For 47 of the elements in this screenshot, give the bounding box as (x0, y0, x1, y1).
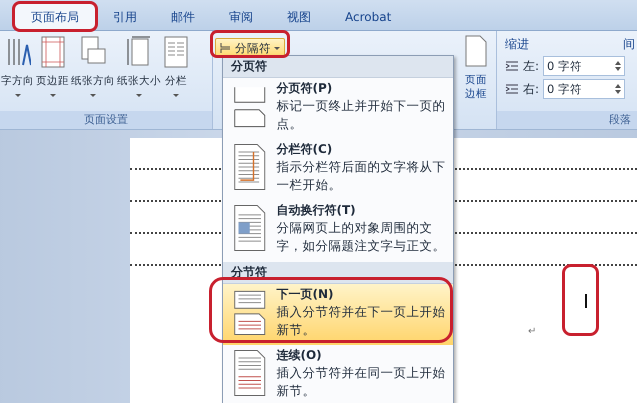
menu-item-title: 分栏符(C) (276, 141, 334, 158)
spinner-icon (615, 60, 622, 72)
breaks-icon (220, 42, 232, 54)
menu-item-description: 插入分节符并在同一页上开始新节。 (276, 364, 446, 400)
menu-item-title: 自动换行符(T) (276, 202, 357, 220)
spacing-label: 间 (623, 36, 635, 53)
menu-section-header: 分页符 (223, 56, 453, 78)
menu-item[interactable]: 分栏符(C) 指示分栏符后面的文字将从下一栏开始。 (223, 139, 453, 200)
menu-item[interactable]: 下一页(N) 插入分节符并在下一页上开始新节。 (223, 284, 453, 345)
menu-item-title: 下一页(N) (276, 286, 335, 303)
ribbon-tab[interactable]: Acrobat (328, 3, 408, 30)
menu-item-title: 分页符(P) (276, 80, 334, 97)
ribbon-button[interactable]: 字方向 (0, 35, 35, 111)
spinner-icon (615, 83, 622, 95)
page-margins-icon (40, 35, 66, 69)
page-icon (464, 35, 488, 67)
indent-spinbox[interactable]: 0 字符 (543, 56, 626, 76)
ribbon-button[interactable]: 纸张方向 (70, 35, 116, 111)
indent-icon (505, 83, 519, 95)
menu-item[interactable]: 连续(O) 插入分节符并在同一页上开始新节。 (223, 344, 453, 403)
page-border-button[interactable]: 页面 边框 (463, 35, 496, 111)
menu-item-description: 分隔网页上的对象周围的文字，如分隔题注文字与正文。 (276, 219, 446, 256)
ribbon-tab[interactable]: 引用 (96, 3, 154, 30)
menu-item[interactable]: 自动换行符(T) 分隔网页上的对象周围的文字，如分隔题注文字与正文。 (223, 200, 453, 262)
caret-icon (274, 46, 280, 50)
indent-label: 缩进 (505, 36, 529, 53)
ribbon-tab[interactable]: 审阅 (212, 3, 270, 30)
columns-icon (163, 35, 189, 69)
group-label: 页面设置 (0, 111, 212, 129)
ribbon-button[interactable]: 分栏 (162, 35, 190, 111)
ribbon-button[interactable]: 纸张大小 (116, 35, 162, 111)
indent-label: 右: (523, 80, 540, 98)
ribbon-tab[interactable]: 视图 (270, 3, 328, 30)
menu-item-title: 连续(O) (276, 346, 323, 364)
paragraph-mark: ↵ (528, 326, 536, 337)
indent-label: 左: (523, 58, 540, 74)
group-label: 段落 (609, 113, 631, 126)
ribbon-button[interactable]: 页边距 (35, 35, 70, 111)
menu-item[interactable]: 分页符(P) 标记一页终止并开始下一页的点。 (223, 78, 453, 140)
ribbon-tab[interactable]: 邮件 (154, 3, 212, 30)
text-cursor (585, 294, 587, 308)
indent-icon (505, 60, 519, 72)
ribbon-tab[interactable]: 页面布局 (14, 3, 96, 30)
indent-spinbox[interactable]: 0 字符 (543, 79, 626, 99)
menu-item-description: 指示分栏符后面的文字将从下一栏开始。 (276, 158, 446, 194)
menu-item-description: 标记一页终止并开始下一页的点。 (276, 97, 446, 133)
menu-item-description: 插入分节符并在下一页上开始新节。 (276, 302, 446, 339)
